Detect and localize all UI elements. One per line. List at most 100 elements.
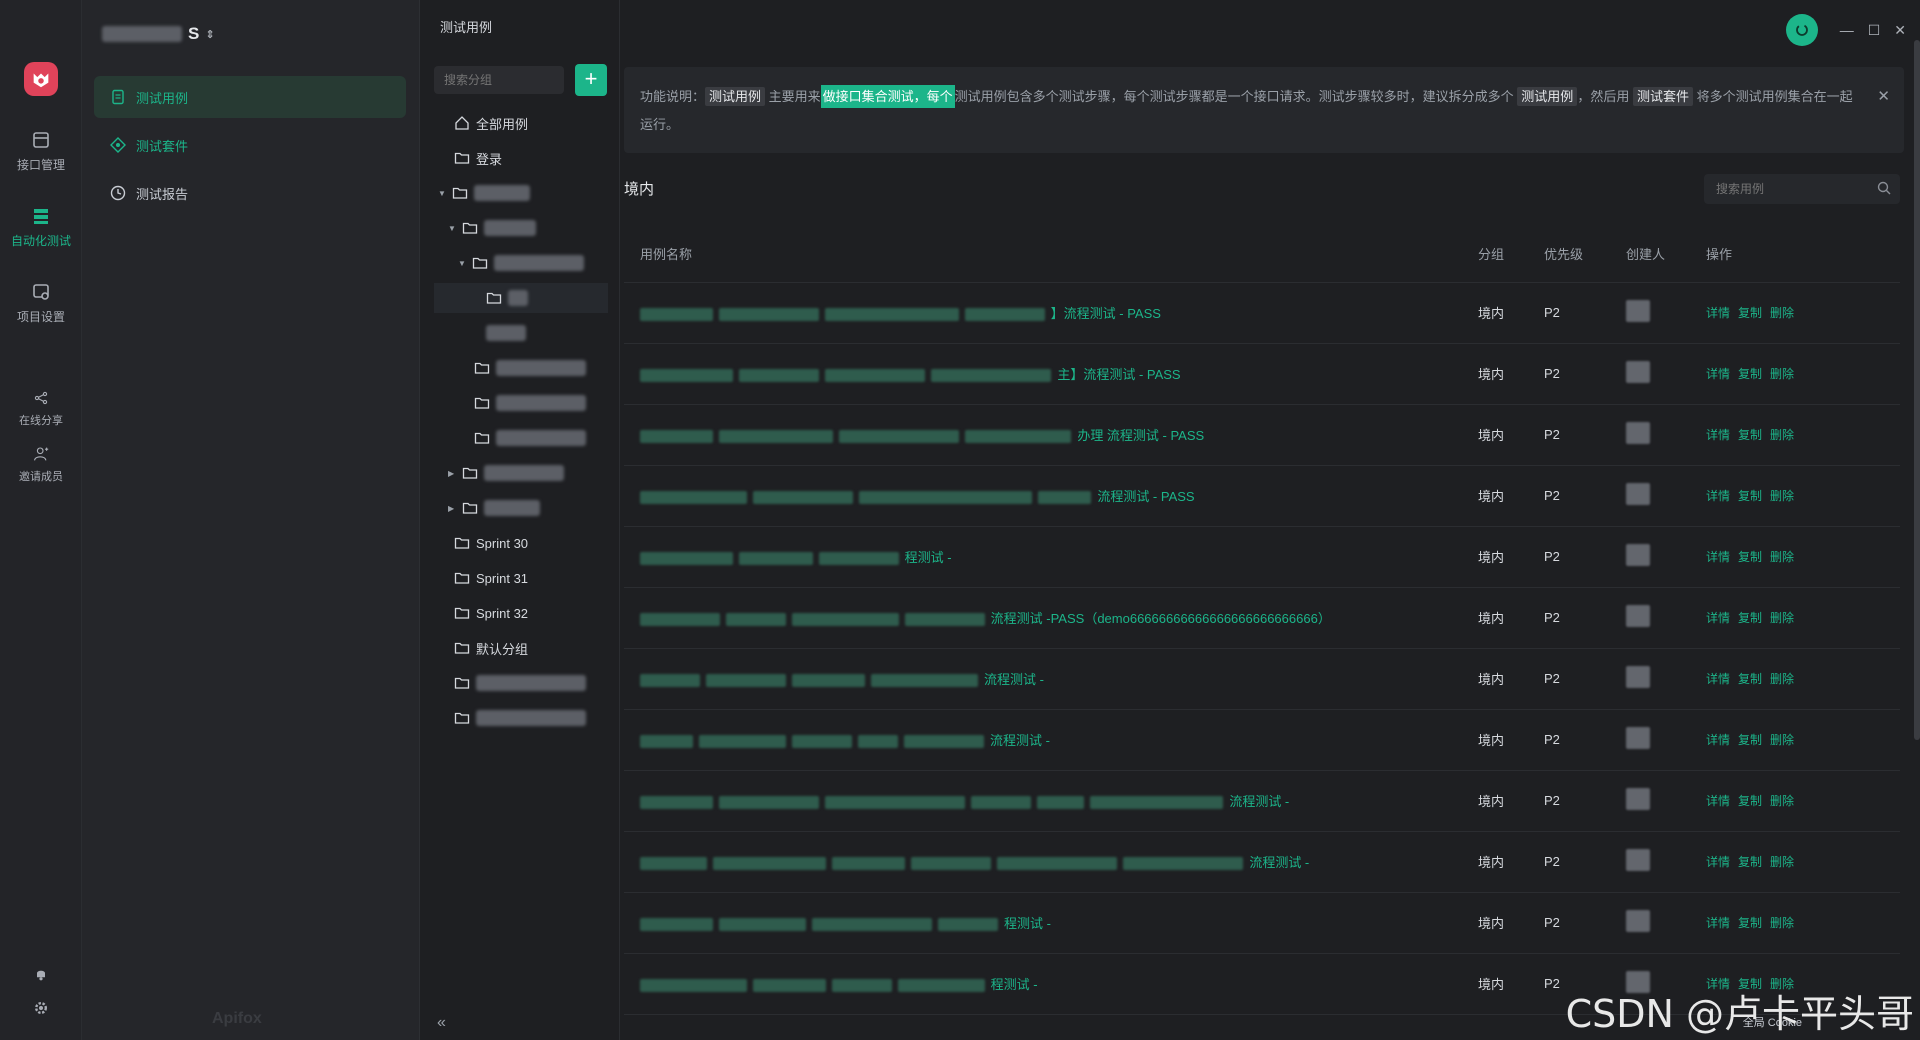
- close-notice-icon[interactable]: ✕: [1877, 83, 1890, 111]
- copy-link[interactable]: 复制: [1738, 428, 1762, 442]
- rail-item-invite[interactable]: 邀请成员: [0, 446, 82, 484]
- case-name-cell[interactable]: 程测试 -: [624, 892, 1478, 954]
- column-header-creator[interactable]: 创建人: [1626, 226, 1706, 283]
- case-name-cell[interactable]: 流程测试 -: [624, 648, 1478, 710]
- table-row[interactable]: 流程测试 - PASS 境内 P2 详情 复制 删除: [624, 465, 1900, 527]
- rail-item-automation[interactable]: 自动化测试: [0, 206, 82, 249]
- tree-node-folder[interactable]: [474, 353, 586, 383]
- tree-node-folder[interactable]: [486, 318, 526, 348]
- detail-link[interactable]: 详情: [1706, 367, 1730, 381]
- delete-link[interactable]: 删除: [1770, 733, 1794, 747]
- copy-link[interactable]: 复制: [1738, 916, 1762, 930]
- delete-link[interactable]: 删除: [1770, 611, 1794, 625]
- detail-link[interactable]: 详情: [1706, 916, 1730, 930]
- tree-node-folder[interactable]: [454, 668, 586, 698]
- detail-link[interactable]: 详情: [1706, 428, 1730, 442]
- table-row[interactable]: 流程测试 - 境内 P2 详情 复制 删除: [624, 648, 1900, 710]
- add-group-button[interactable]: +: [575, 64, 607, 96]
- search-icon[interactable]: [1876, 180, 1892, 196]
- table-row[interactable]: 流程测试 - 境内 P2 详情 复制 删除: [624, 831, 1900, 893]
- sidebar-item-test-cases[interactable]: 测试用例: [94, 76, 406, 118]
- detail-link[interactable]: 详情: [1706, 733, 1730, 747]
- maximize-icon[interactable]: ☐: [1868, 22, 1881, 39]
- table-row[interactable]: 流程测试 - 境内 P2 详情 复制 删除: [624, 770, 1900, 832]
- copy-link[interactable]: 复制: [1738, 672, 1762, 686]
- case-name-cell[interactable]: 办理 流程测试 - PASS: [624, 404, 1478, 466]
- apifox-logo[interactable]: [24, 62, 58, 96]
- rail-item-api[interactable]: 接口管理: [0, 130, 82, 173]
- tree-node-folder[interactable]: [454, 703, 586, 733]
- sync-button[interactable]: [1785, 14, 1818, 46]
- copy-link[interactable]: 复制: [1738, 733, 1762, 747]
- table-row[interactable]: 流程测试 - 境内 P2 详情 复制 删除: [624, 709, 1900, 771]
- case-name-cell[interactable]: 主】流程测试 - PASS: [624, 343, 1478, 405]
- notification-button[interactable]: [0, 966, 82, 988]
- tree-node-login[interactable]: 登录: [454, 143, 502, 173]
- detail-link[interactable]: 详情: [1706, 672, 1730, 686]
- case-name-cell[interactable]: 流程测试 -: [624, 770, 1478, 832]
- detail-link[interactable]: 详情: [1706, 550, 1730, 564]
- tree-node-folder[interactable]: ▶: [448, 493, 540, 523]
- tree-node-folder[interactable]: ▼: [438, 178, 530, 208]
- sidebar-item-test-suites[interactable]: 测试套件: [94, 124, 406, 166]
- copy-link[interactable]: 复制: [1738, 367, 1762, 381]
- case-name-cell[interactable]: 程测试 -: [624, 953, 1478, 1015]
- delete-link[interactable]: 删除: [1770, 672, 1794, 686]
- delete-link[interactable]: 删除: [1770, 306, 1794, 320]
- column-header-name[interactable]: 用例名称: [624, 226, 1478, 283]
- tree-node-folder[interactable]: ▼: [448, 213, 536, 243]
- table-row[interactable]: 程测试 - 境内 P2 详情 复制 删除: [624, 526, 1900, 588]
- detail-link[interactable]: 详情: [1706, 306, 1730, 320]
- case-name-cell[interactable]: 流程测试 -PASS（demo6666666666666666666666666…: [624, 587, 1478, 649]
- tree-node-selected[interactable]: [434, 283, 608, 313]
- detail-link[interactable]: 详情: [1706, 794, 1730, 808]
- rail-item-share[interactable]: 在线分享: [0, 390, 82, 428]
- delete-link[interactable]: 删除: [1770, 489, 1794, 503]
- table-row[interactable]: 主】流程测试 - PASS 境内 P2 详情 复制 删除: [624, 343, 1900, 405]
- delete-link[interactable]: 删除: [1770, 550, 1794, 564]
- case-name-cell[interactable]: 】流程测试 - PASS: [624, 282, 1478, 344]
- case-search-input[interactable]: [1704, 174, 1900, 204]
- copy-link[interactable]: 复制: [1738, 489, 1762, 503]
- sidebar-item-test-reports[interactable]: 测试报告: [94, 172, 406, 214]
- collapse-panel-button[interactable]: «: [437, 1014, 446, 1032]
- tree-node-default-group[interactable]: 默认分组: [454, 633, 528, 663]
- project-switcher[interactable]: S ⇕: [102, 24, 215, 44]
- copy-link[interactable]: 复制: [1738, 855, 1762, 869]
- table-row[interactable]: 程测试 - 境内 P2 详情 复制 删除: [624, 892, 1900, 954]
- table-row[interactable]: 流程测试 -PASS（demo6666666666666666666666666…: [624, 587, 1900, 649]
- copy-link[interactable]: 复制: [1738, 794, 1762, 808]
- column-header-priority[interactable]: 优先级: [1544, 226, 1626, 283]
- copy-link[interactable]: 复制: [1738, 611, 1762, 625]
- delete-link[interactable]: 删除: [1770, 367, 1794, 381]
- delete-link[interactable]: 删除: [1770, 794, 1794, 808]
- case-name-cell[interactable]: 程测试 -: [624, 526, 1478, 588]
- detail-link[interactable]: 详情: [1706, 489, 1730, 503]
- tree-node-sprint-30[interactable]: Sprint 30: [454, 528, 528, 558]
- scrollbar[interactable]: [1914, 40, 1920, 740]
- tree-node-folder[interactable]: ▼: [458, 248, 584, 278]
- tree-node-sprint-31[interactable]: Sprint 31: [454, 563, 528, 593]
- rail-item-settings[interactable]: 项目设置: [0, 282, 82, 325]
- case-name-cell[interactable]: 流程测试 -: [624, 831, 1478, 893]
- tree-node-folder[interactable]: [474, 423, 586, 453]
- delete-link[interactable]: 删除: [1770, 428, 1794, 442]
- copy-link[interactable]: 复制: [1738, 306, 1762, 320]
- tree-node-sprint-32[interactable]: Sprint 32: [454, 598, 528, 628]
- tree-node-folder[interactable]: [474, 388, 586, 418]
- table-row[interactable]: 】流程测试 - PASS 境内 P2 详情 复制 删除: [624, 282, 1900, 344]
- copy-link[interactable]: 复制: [1738, 550, 1762, 564]
- table-row[interactable]: 办理 流程测试 - PASS 境内 P2 详情 复制 删除: [624, 404, 1900, 466]
- column-header-group[interactable]: 分组: [1478, 226, 1544, 283]
- case-name-cell[interactable]: 流程测试 -: [624, 709, 1478, 771]
- delete-link[interactable]: 删除: [1770, 916, 1794, 930]
- group-search-input[interactable]: [434, 66, 564, 94]
- tree-node-all[interactable]: 全部用例: [454, 108, 528, 138]
- case-name-cell[interactable]: 流程测试 - PASS: [624, 465, 1478, 527]
- delete-link[interactable]: 删除: [1770, 855, 1794, 869]
- close-icon[interactable]: ✕: [1894, 22, 1906, 39]
- minimize-icon[interactable]: —: [1840, 22, 1854, 38]
- detail-link[interactable]: 详情: [1706, 855, 1730, 869]
- detail-link[interactable]: 详情: [1706, 611, 1730, 625]
- gear-button[interactable]: [0, 1000, 82, 1022]
